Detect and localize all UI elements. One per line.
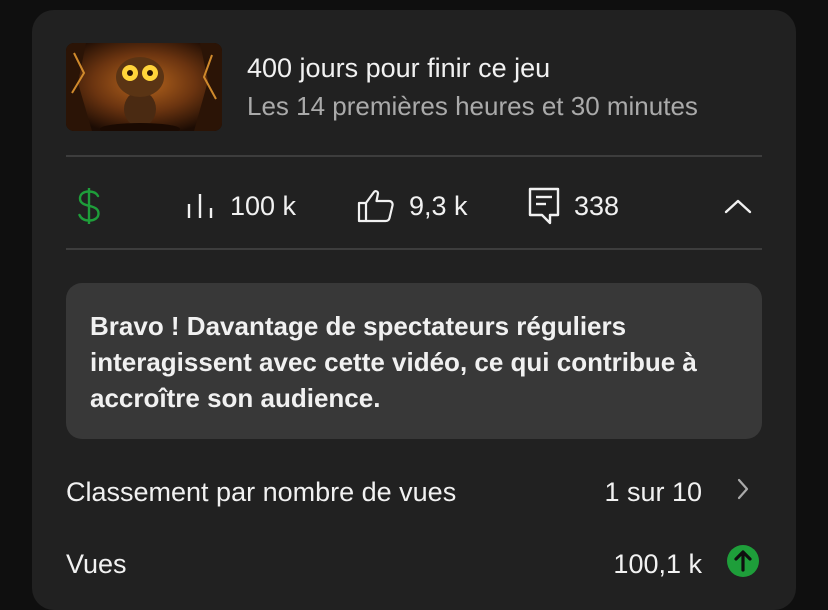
bar-chart-icon — [186, 190, 216, 222]
video-header[interactable]: 400 jours pour finir ce jeu Les 14 premi… — [66, 43, 762, 131]
chevron-up-icon — [724, 198, 752, 214]
ranking-row[interactable]: Classement par nombre de vues 1 sur 10 — [66, 472, 762, 512]
ranking-value: 1 sur 10 — [604, 476, 702, 507]
divider-top — [66, 155, 762, 157]
views-label: Vues — [66, 548, 127, 579]
views-count: 100 k — [230, 190, 297, 221]
views-stat[interactable]: 100 k — [186, 190, 296, 222]
divider-bottom — [66, 248, 762, 250]
collapse-button[interactable] — [724, 198, 752, 214]
views-value: 100,1 k — [613, 548, 702, 579]
video-stats-card: 400 jours pour finir ce jeu Les 14 premi… — [32, 10, 796, 610]
insight-text: Bravo ! Davantage de spectateurs régulie… — [90, 311, 697, 413]
video-thumbnail[interactable] — [66, 43, 222, 131]
insight-callout: Bravo ! Davantage de spectateurs régulie… — [66, 283, 762, 439]
ranking-label: Classement par nombre de vues — [66, 476, 457, 507]
video-subtitle: Les 14 premières heures et 30 minutes — [247, 91, 698, 121]
likes-stat[interactable]: 9,3 k — [357, 189, 468, 223]
chevron-right-icon — [736, 477, 750, 508]
stats-row: 100 k 9,3 k 338 — [66, 173, 762, 239]
monetization-stat[interactable] — [76, 187, 102, 225]
video-title: 400 jours pour finir ce jeu — [247, 53, 551, 83]
comment-icon — [528, 187, 560, 225]
comments-stat[interactable]: 338 — [528, 187, 619, 225]
thumbs-up-icon — [357, 189, 395, 223]
views-row: Vues 100,1 k — [66, 544, 762, 584]
arrow-up-icon — [726, 544, 760, 585]
dollar-icon — [76, 187, 102, 225]
comments-count: 338 — [574, 190, 620, 221]
likes-count: 9,3 k — [409, 190, 468, 221]
